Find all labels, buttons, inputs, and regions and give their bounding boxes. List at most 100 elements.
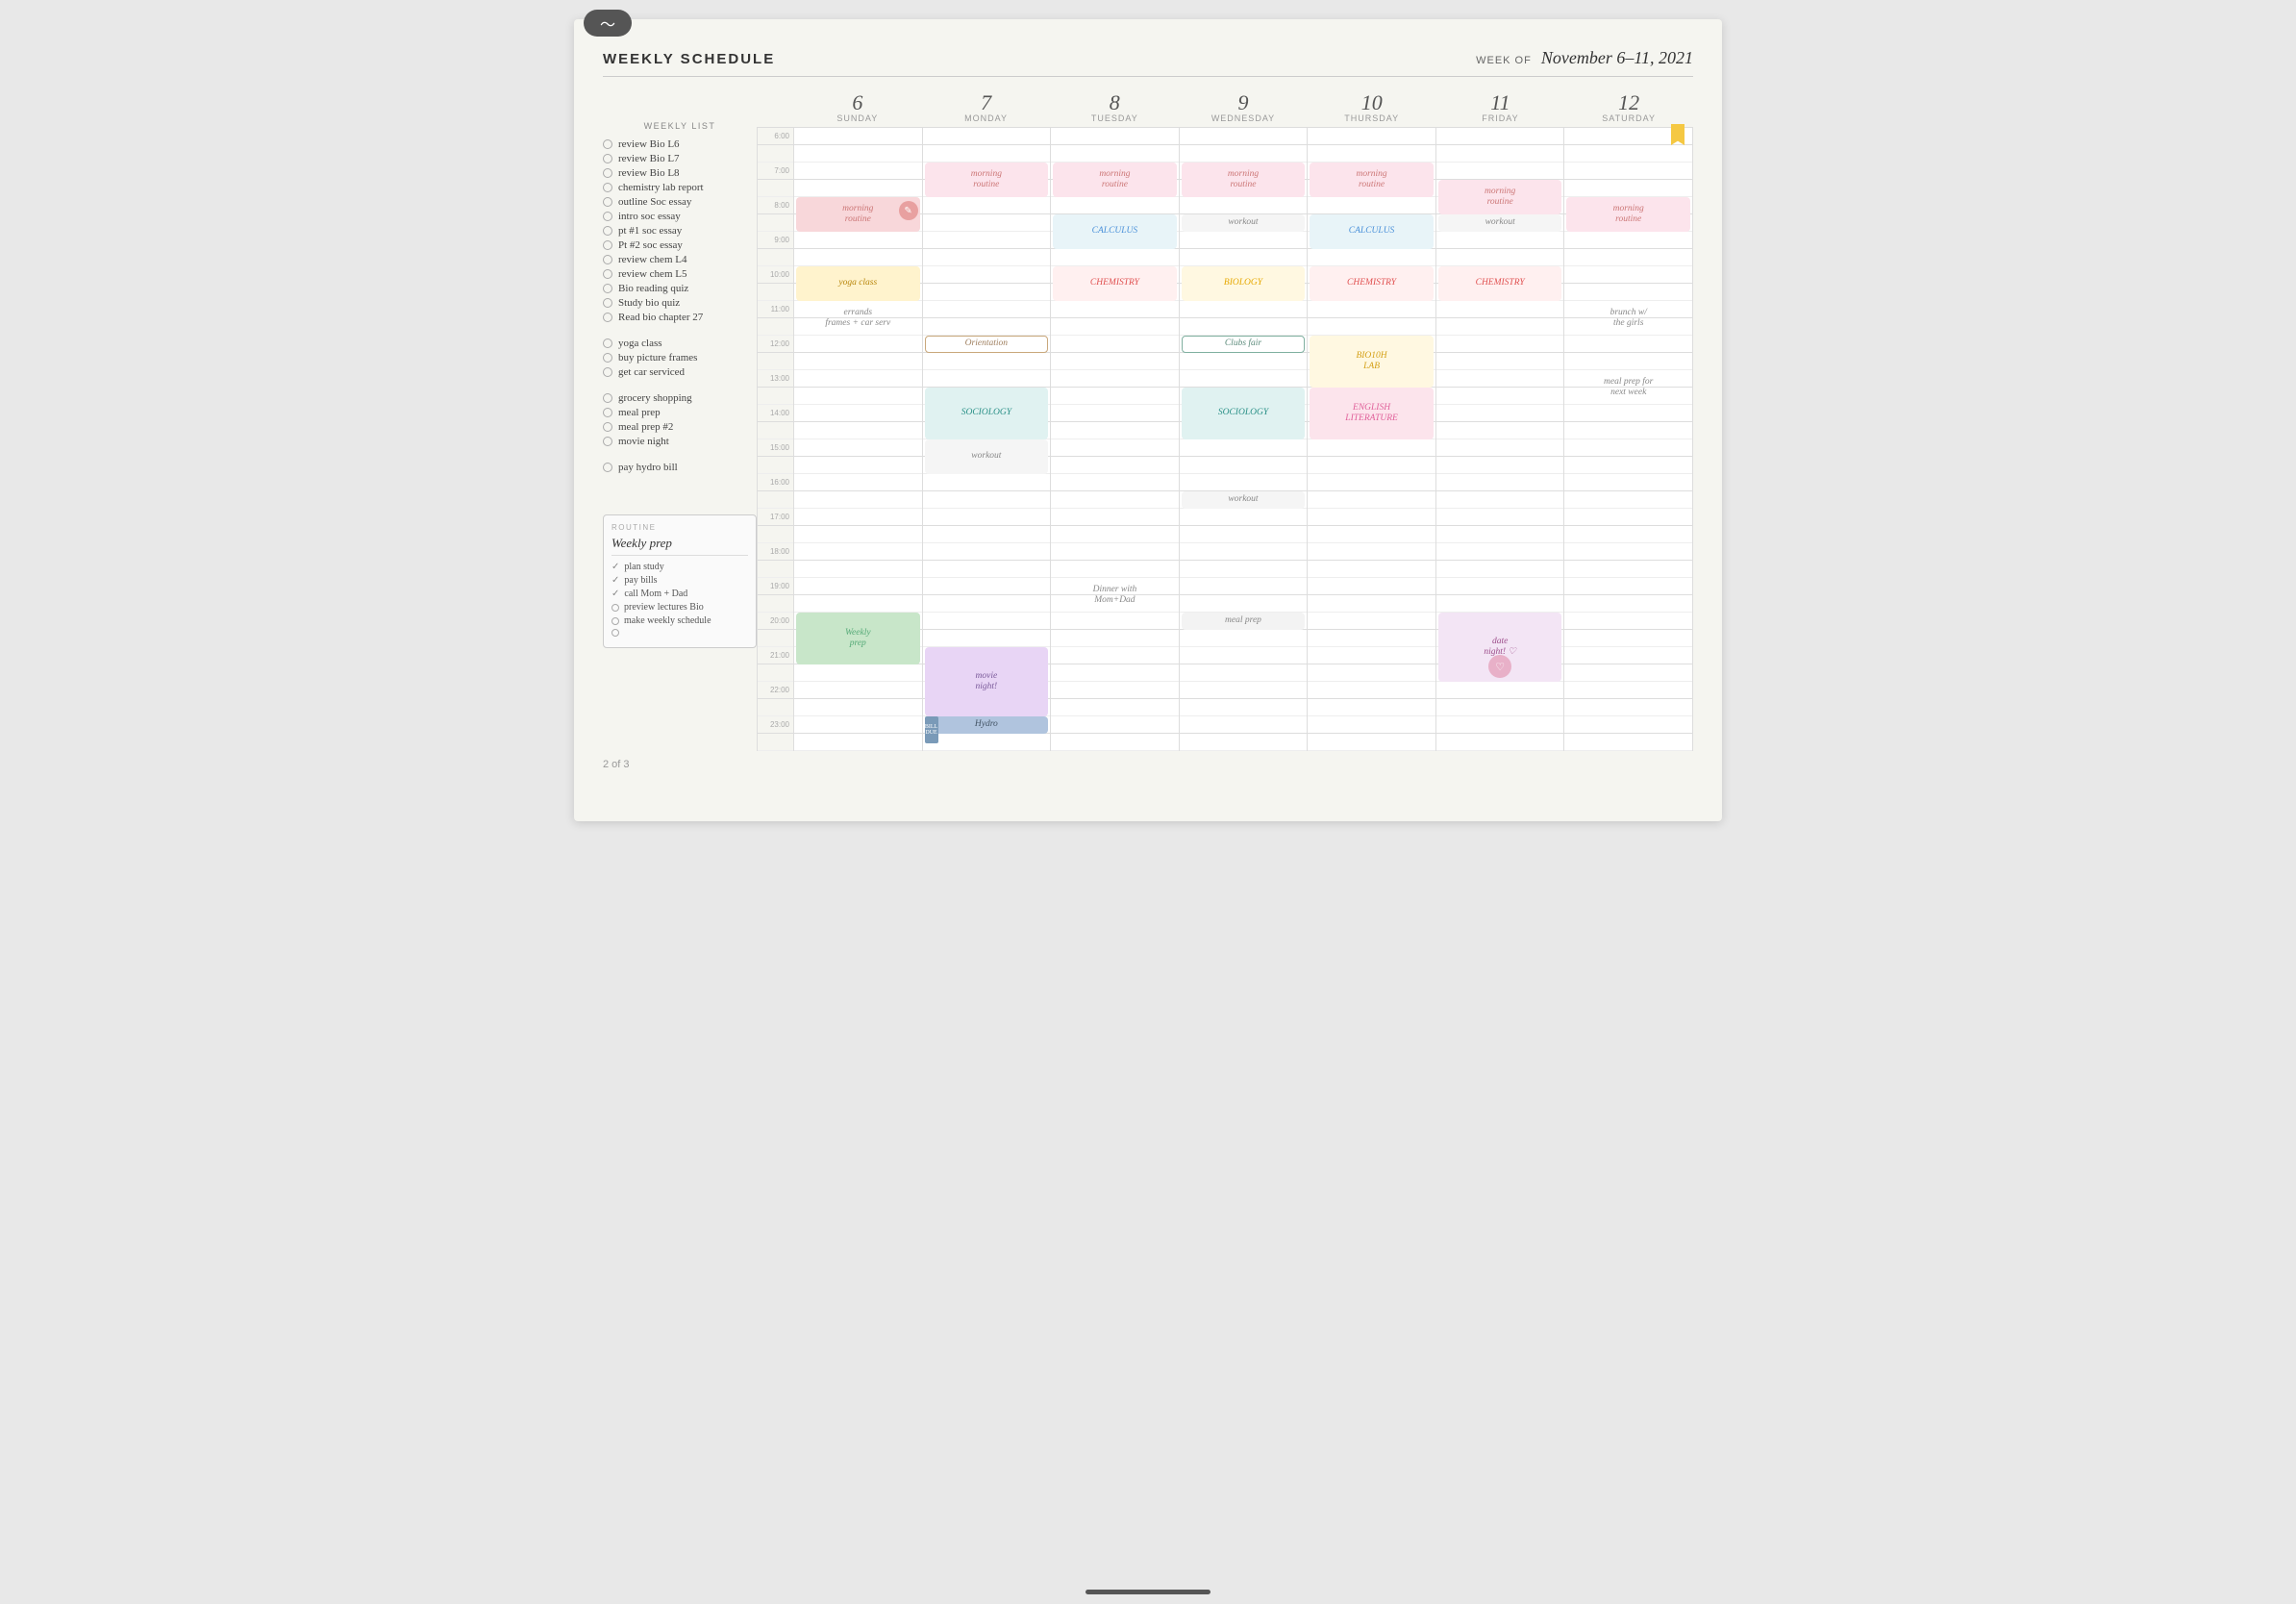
task-item: Read bio chapter 27 — [603, 312, 757, 323]
task-circle[interactable] — [603, 313, 612, 322]
event-block[interactable]: CALCULUS — [1310, 214, 1434, 249]
task-circle[interactable] — [603, 408, 612, 417]
calendar: 6SUNDAY7MONDAY8TUESDAY9WEDNESDAY10THURSD… — [757, 92, 1693, 751]
event-block[interactable]: morning routine — [1053, 163, 1177, 197]
task-circle[interactable] — [603, 353, 612, 363]
top-toggle-button[interactable]: 〜 — [584, 10, 632, 37]
day-name: SATURDAY — [1564, 113, 1693, 123]
day-column-tuesday: morning routine CALCULUS CHEMISTRY Dinner w… — [1051, 128, 1180, 751]
event-block[interactable]: ENGLISH LITERATURE — [1310, 388, 1434, 439]
event-block[interactable]: workout — [1182, 214, 1306, 232]
bill-icon: BILLDUE — [925, 716, 938, 743]
event-block[interactable]: meal prep for next week — [1566, 370, 1690, 405]
task-circle[interactable] — [603, 226, 612, 236]
event-block[interactable]: yoga class — [796, 266, 920, 301]
day-number: 8 — [1050, 92, 1179, 113]
task-circle[interactable] — [603, 269, 612, 279]
event-block[interactable]: workout — [1438, 214, 1562, 232]
task-circle[interactable] — [603, 168, 612, 178]
event-block[interactable]: BIOLOGY — [1182, 266, 1306, 301]
task-circle[interactable] — [603, 139, 612, 149]
day-header-thursday: 10THURSDAY — [1308, 92, 1436, 127]
task-item: review chem L5 — [603, 268, 757, 280]
week-of-section: WEEK OF November 6–11, 2021 — [1476, 48, 1693, 68]
day-header-sunday: 6SUNDAY — [793, 92, 922, 127]
task-item: review chem L4 — [603, 254, 757, 265]
event-block[interactable]: morning routine — [1566, 197, 1690, 232]
calendar-grid-wrapper: 6:007:008:009:0010:0011:0012:0013:0014:0… — [757, 127, 1693, 751]
event-block[interactable]: CHEMISTRY — [1438, 266, 1562, 301]
task-circle[interactable] — [603, 197, 612, 207]
event-block[interactable]: errands frames + car serv — [796, 301, 920, 336]
task-item: outline Soc essay — [603, 196, 757, 208]
event-block[interactable]: morning routine — [1182, 163, 1306, 197]
event-block[interactable]: movie night! — [925, 647, 1049, 716]
task-circle[interactable] — [603, 154, 612, 163]
event-block[interactable]: Orientation — [925, 336, 1049, 353]
task-item: yoga class — [603, 338, 757, 349]
task-circle[interactable] — [603, 240, 612, 250]
event-block[interactable]: morning routine — [1310, 163, 1434, 197]
event-block[interactable]: morning routine — [925, 163, 1049, 197]
task-item: Bio reading quiz — [603, 283, 757, 294]
task-item: intro soc essay — [603, 211, 757, 222]
day-number: 12 — [1564, 92, 1693, 113]
task-circle[interactable] — [603, 212, 612, 221]
event-block[interactable]: workout — [1182, 491, 1306, 509]
routine-title: Weekly prep — [611, 536, 748, 556]
task-circle[interactable] — [603, 183, 612, 192]
event-block[interactable]: morning routine — [1438, 180, 1562, 214]
task-circle[interactable] — [603, 393, 612, 403]
time-col-header — [757, 92, 793, 127]
event-block[interactable]: brunch w/ the girls — [1566, 301, 1690, 336]
day-column-thursday: morning routine CALCULUS CHEMISTRY ENGLISH … — [1308, 128, 1436, 751]
event-block[interactable]: meal prep — [1182, 613, 1306, 630]
header: WEEKLY SCHEDULE WEEK OF November 6–11, 2… — [603, 48, 1693, 77]
event-block[interactable]: SOCIOLOGY — [925, 388, 1049, 439]
task-circle[interactable] — [603, 437, 612, 446]
day-header-saturday: 12SATURDAY — [1564, 92, 1693, 127]
event-block[interactable]: SOCIOLOGY — [1182, 388, 1306, 439]
time-column: 6:007:008:009:0010:0011:0012:0013:0014:0… — [758, 128, 794, 751]
event-block[interactable]: CHEMISTRY — [1053, 266, 1177, 301]
task-item: get car serviced — [603, 366, 757, 378]
routine-item: ✓pay bills — [611, 575, 748, 586]
task-item: buy picture frames — [603, 352, 757, 363]
day-name: FRIDAY — [1436, 113, 1565, 123]
task-circle[interactable] — [603, 255, 612, 264]
task-item: pay hydro bill — [603, 462, 757, 473]
task-item: review Bio L6 — [603, 138, 757, 150]
event-block[interactable]: CHEMISTRY — [1310, 266, 1434, 301]
day-name: SUNDAY — [793, 113, 922, 123]
day-name: WEDNESDAY — [1179, 113, 1308, 123]
event-block[interactable]: Weekly prep — [796, 613, 920, 664]
task-item: meal prep — [603, 407, 757, 418]
task-item: grocery shopping — [603, 392, 757, 404]
heart-icon[interactable]: ♡ — [1488, 655, 1511, 678]
day-column-saturday: morning routine brunch w/ the girls meal p… — [1564, 128, 1693, 751]
event-block[interactable]: workout — [925, 439, 1049, 474]
edit-icon[interactable]: ✎ — [899, 201, 918, 220]
event-block[interactable]: CALCULUS — [1053, 214, 1177, 249]
page-title: WEEKLY SCHEDULE — [603, 51, 775, 67]
task-item: movie night — [603, 436, 757, 447]
event-block[interactable]: Dinner with Mom+Dad — [1053, 578, 1177, 613]
task-circle[interactable] — [603, 284, 612, 293]
event-block[interactable]: BIO10H LAB — [1310, 336, 1434, 388]
day-name: THURSDAY — [1308, 113, 1436, 123]
event-block[interactable]: Hydro — [925, 716, 1049, 734]
task-circle[interactable] — [603, 463, 612, 472]
task-item: chemistry lab report — [603, 182, 757, 193]
day-column-wednesday: morning routine workout BIOLOGY Clubs fair S… — [1180, 128, 1309, 751]
page-number: 2 of 3 — [603, 759, 630, 770]
task-circle[interactable] — [603, 338, 612, 348]
task-list: review Bio L6review Bio L7review Bio L8c… — [603, 138, 757, 499]
event-block[interactable]: Clubs fair — [1182, 336, 1306, 353]
day-number: 6 — [793, 92, 922, 113]
task-item: Pt #2 soc essay — [603, 239, 757, 251]
task-circle[interactable] — [603, 298, 612, 308]
task-circle[interactable] — [603, 422, 612, 432]
task-circle[interactable] — [603, 367, 612, 377]
routine-item: ✓call Mom + Dad — [611, 589, 748, 599]
routine-item: ✓plan study — [611, 562, 748, 572]
